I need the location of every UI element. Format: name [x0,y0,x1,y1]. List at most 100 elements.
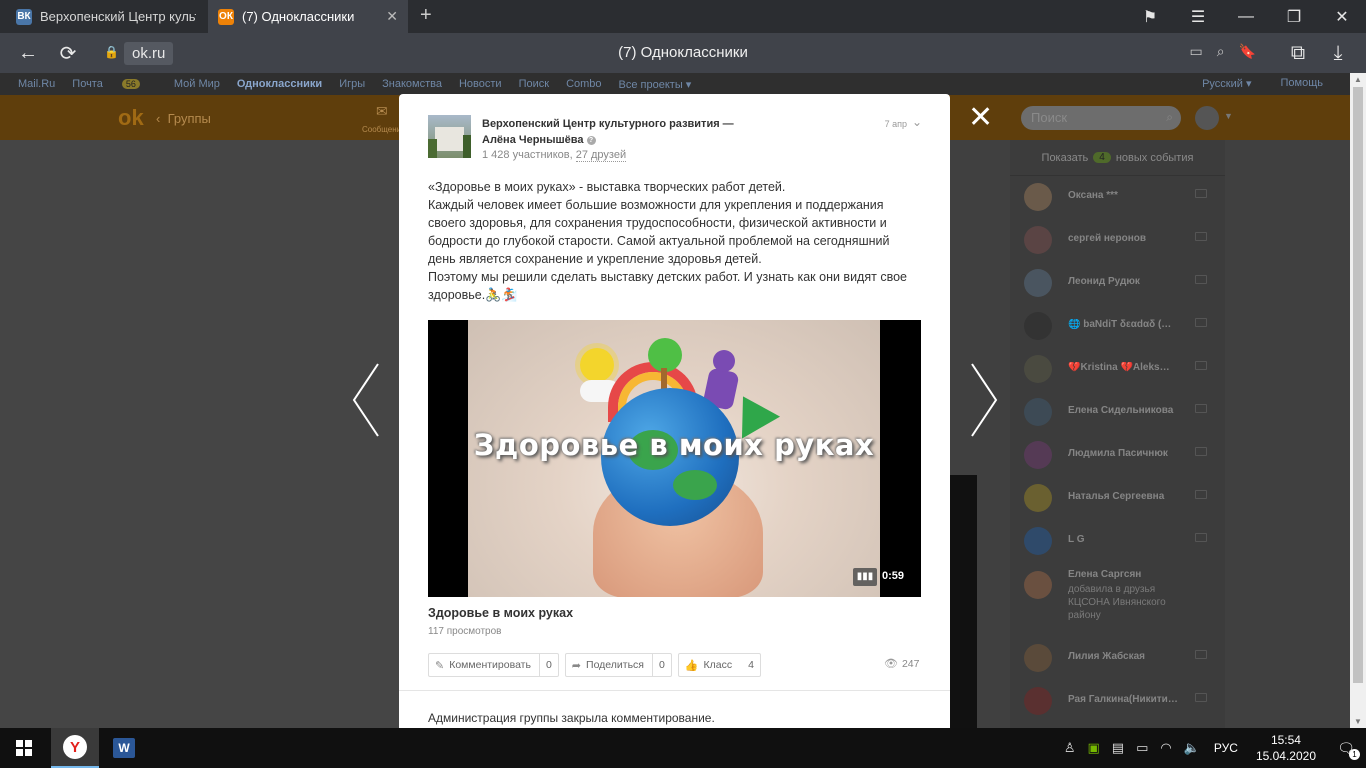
nav-all-projects[interactable]: Все проекты ▾ [619,78,692,91]
friend-name[interactable]: Лилия Жабская [1068,651,1196,662]
friend-avatar[interactable] [1024,571,1052,599]
message-icon[interactable] [1195,650,1207,659]
group-name-link[interactable]: Верхопенский Центр культурного развития … [482,116,782,132]
back-icon[interactable]: ← [8,33,48,73]
url-field[interactable]: 🔒 ok.ru (7) Одноклассники ▭ ⌕ 🔖 [98,39,1268,67]
tab-odnoklassniki[interactable]: ОК (7) Одноклассники ✕ [208,0,408,33]
friend-name[interactable]: 🌐 baNdiT δεαdαδ (… [1068,319,1196,330]
scroll-down-icon[interactable]: ▼ [1354,717,1362,726]
nav-news[interactable]: Новости [459,78,502,90]
help-link[interactable]: Помощь [1281,77,1324,90]
friend-name[interactable]: Елена Сидельникова [1068,405,1196,416]
message-icon[interactable] [1195,533,1207,542]
scrollbar[interactable]: ▲ ▼ [1350,73,1366,728]
message-icon[interactable] [1195,447,1207,456]
people-icon[interactable]: ♙ [1064,740,1076,756]
friend-row[interactable]: L G [1010,520,1225,563]
friend-row[interactable]: сергей неронов [1010,219,1225,262]
avatar[interactable] [1195,106,1219,130]
menu-icon[interactable]: ☰ [1174,0,1222,33]
friend-avatar[interactable] [1024,527,1052,555]
friend-avatar[interactable] [1024,441,1052,469]
taskbar-word[interactable]: W [100,728,148,768]
wifi-icon[interactable]: ◠ [1160,740,1171,756]
friend-avatar[interactable] [1024,644,1052,672]
previous-arrow-icon[interactable] [348,360,388,440]
share-button[interactable]: ➦ Поделиться 0 [564,653,672,677]
friend-name[interactable]: Елена Саргсян [1068,569,1196,580]
friend-name[interactable]: Рая Галкина(Никити… [1068,694,1196,705]
friend-name[interactable]: Оксана *** [1068,190,1196,201]
friend-avatar[interactable] [1024,355,1052,383]
friend-avatar[interactable] [1024,484,1052,512]
friend-row[interactable]: Оксана *** [1010,176,1225,219]
like-button[interactable]: 👍 Класс 4 [677,653,761,677]
nav-ok[interactable]: Одноклассники [237,78,322,90]
nvidia-icon[interactable]: ▣ [1087,740,1099,756]
new-tab-icon[interactable]: + [420,4,432,27]
taskbar-yandex-browser[interactable]: Y [51,728,99,768]
translate-icon[interactable]: ⧉ [1278,33,1318,73]
input-language[interactable]: РУС [1214,741,1238,755]
close-icon[interactable]: ✕ [968,103,993,133]
clock[interactable]: 15:54 15.04.2020 [1256,732,1316,764]
nav-search[interactable]: Поиск [519,78,549,90]
friend-row[interactable]: Елена Сидельникова [1010,391,1225,434]
message-icon[interactable] [1195,318,1207,327]
friend-row[interactable]: Людмила Пасичнюк [1010,434,1225,477]
search-input[interactable]: Поиск ⌕ [1021,106,1181,130]
friends-link[interactable]: 27 друзей [575,149,627,162]
video-player[interactable]: Здоровье в моих руках ▮▮▮ 0:59 [428,320,921,597]
minimize-icon[interactable]: — [1222,0,1270,33]
message-icon[interactable] [1195,232,1207,241]
chevron-down-icon[interactable]: ⌄ [912,115,922,129]
group-avatar[interactable] [428,115,471,158]
stats-icon[interactable]: ▮▮▮ [853,568,877,586]
tab-vk-group[interactable]: ВК Верхопенский Центр культ… [6,0,206,33]
bookmark-icon[interactable]: 🔖 [1239,43,1256,60]
author-name[interactable]: Алёна Чернышёва [482,134,584,146]
friend-row[interactable]: Наталья Сергеевна [1010,477,1225,520]
close-tab-icon[interactable]: ✕ [386,8,398,25]
friend-avatar[interactable] [1024,398,1052,426]
scroll-up-icon[interactable]: ▲ [1354,75,1362,84]
nav-dating[interactable]: Знакомства [382,78,442,90]
friend-row[interactable]: 🌐 baNdiT δεαdαδ (… [1010,305,1225,348]
message-icon[interactable] [1195,404,1207,413]
nav-mail[interactable]: Почта 56 [72,78,157,90]
bookmarks-icon[interactable]: ⚑ [1126,0,1174,33]
scroll-thumb[interactable] [1353,87,1363,683]
friend-avatar[interactable] [1024,269,1052,297]
close-window-icon[interactable]: ✕ [1318,0,1366,33]
video-title[interactable]: Здоровье в моих руках [428,606,573,620]
friend-name[interactable]: Леонид Рудюк [1068,276,1196,287]
friend-row[interactable]: Лилия Жабская [1010,637,1225,680]
nav-mailru[interactable]: Mail.Ru [18,78,55,90]
next-arrow-icon[interactable] [962,360,1002,440]
nav-games[interactable]: Игры [339,78,365,90]
ok-logo-icon[interactable]: ok [118,105,144,131]
messages-icon[interactable]: ✉ [376,103,388,120]
zoom-icon[interactable]: ⌕ [1217,43,1225,60]
friend-name[interactable]: L G [1068,534,1196,545]
friend-avatar[interactable] [1024,183,1052,211]
friend-name[interactable]: Людмила Пасичнюк [1068,448,1196,459]
notifications-icon[interactable]: 🗨 1 [1326,728,1366,768]
restore-icon[interactable]: ❐ [1270,0,1318,33]
nav-combo[interactable]: Combo [566,78,601,90]
start-button[interactable] [0,728,48,768]
friend-avatar[interactable] [1024,687,1052,715]
message-icon[interactable] [1195,189,1207,198]
friend-row[interactable]: 💔Kristina 💔Aleks… [1010,348,1225,391]
language-select[interactable]: Русский ▾ [1202,77,1251,90]
comment-button[interactable]: ✎ Комментировать 0 [428,653,559,677]
message-icon[interactable] [1195,490,1207,499]
friend-name[interactable]: Наталья Сергеевна [1068,491,1196,502]
volume-icon[interactable]: 🔈 [1184,740,1200,756]
friend-avatar[interactable] [1024,312,1052,340]
message-icon[interactable] [1195,275,1207,284]
events-header[interactable]: Показать 4 новых события [1010,140,1225,176]
friend-name[interactable]: 💔Kristina 💔Aleks… [1068,362,1196,373]
friend-row[interactable]: Елена Саргсян добавила в друзья КЦСОНА Ив… [1010,563,1225,637]
message-icon[interactable] [1195,361,1207,370]
